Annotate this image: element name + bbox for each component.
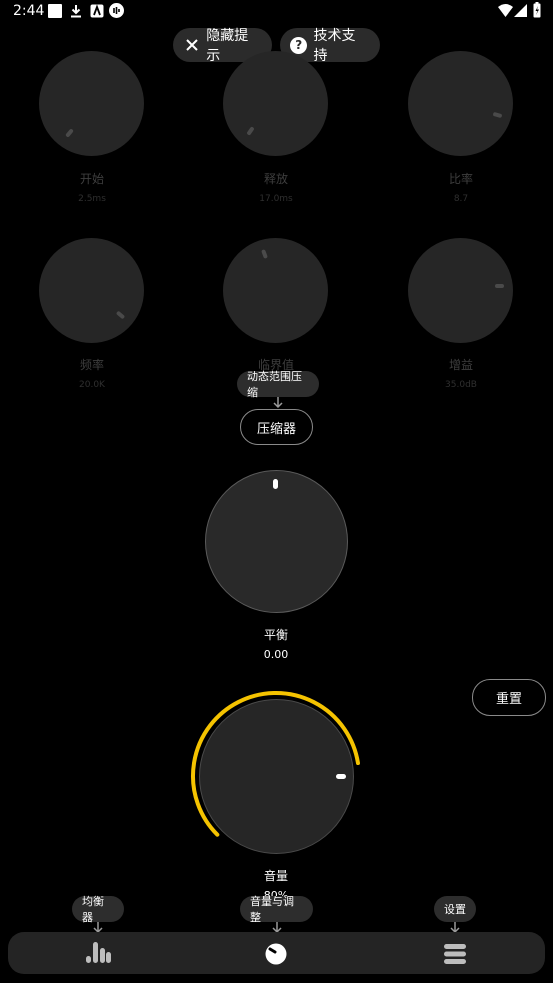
compressor-tooltip: 动态范围压缩	[237, 370, 319, 399]
frequency-label: 频率	[79, 358, 104, 372]
settings-menu-icon[interactable]	[444, 944, 466, 964]
knob-indicator	[495, 284, 504, 288]
app-a-icon	[90, 4, 104, 18]
balance-knob[interactable]	[205, 470, 348, 613]
ratio-value: 8.7	[453, 194, 469, 204]
knob-indicator	[65, 128, 74, 138]
knob-indicator	[273, 479, 278, 489]
download-icon	[71, 5, 81, 18]
notification-square-icon	[48, 4, 62, 18]
wifi-icon	[498, 4, 513, 17]
ratio-label: 比率	[448, 172, 473, 186]
arrow-down-icon	[273, 397, 283, 409]
release-label: 释放	[263, 172, 288, 186]
attack-value: 2.5ms	[78, 194, 106, 204]
frequency-knob[interactable]	[39, 238, 144, 343]
volume-adjust-tooltip: 音量与调整	[240, 895, 313, 924]
volume-knob-icon[interactable]	[265, 943, 287, 965]
compressor-button[interactable]: 压缩器	[240, 409, 313, 445]
release-knob[interactable]	[223, 51, 328, 156]
signal-icon	[514, 4, 527, 17]
attack-label: 开始	[79, 172, 104, 186]
battery-icon	[533, 2, 541, 18]
knob-indicator	[261, 249, 268, 259]
balance-value: 0.00	[263, 648, 289, 661]
audio-app-icon	[109, 3, 124, 18]
gain-value: 35.0dB	[445, 380, 477, 390]
knob-indicator	[115, 310, 126, 320]
ratio-knob[interactable]	[408, 51, 513, 156]
equalizer-tooltip: 均衡器	[72, 895, 124, 924]
gain-label: 增益	[448, 358, 473, 372]
tech-support-label: 技术支持	[313, 28, 356, 64]
knob-indicator	[492, 111, 503, 119]
release-value: 17.0ms	[259, 194, 293, 204]
close-icon	[183, 36, 200, 54]
volume-label: 音量	[263, 869, 288, 883]
reset-button[interactable]: 重置	[472, 679, 546, 716]
settings-tooltip: 设置	[434, 896, 476, 922]
status-time: 2:44	[13, 3, 45, 19]
knob-indicator	[246, 126, 255, 136]
attack-knob[interactable]	[39, 51, 144, 156]
volume-knob[interactable]	[199, 699, 354, 854]
frequency-value: 20.0K	[79, 380, 105, 390]
gain-knob[interactable]	[408, 238, 513, 343]
help-icon: ?	[290, 36, 308, 54]
knob-indicator	[336, 774, 346, 779]
equalizer-icon[interactable]	[86, 942, 111, 964]
balance-label: 平衡	[263, 628, 288, 642]
threshold-knob[interactable]	[223, 238, 328, 343]
